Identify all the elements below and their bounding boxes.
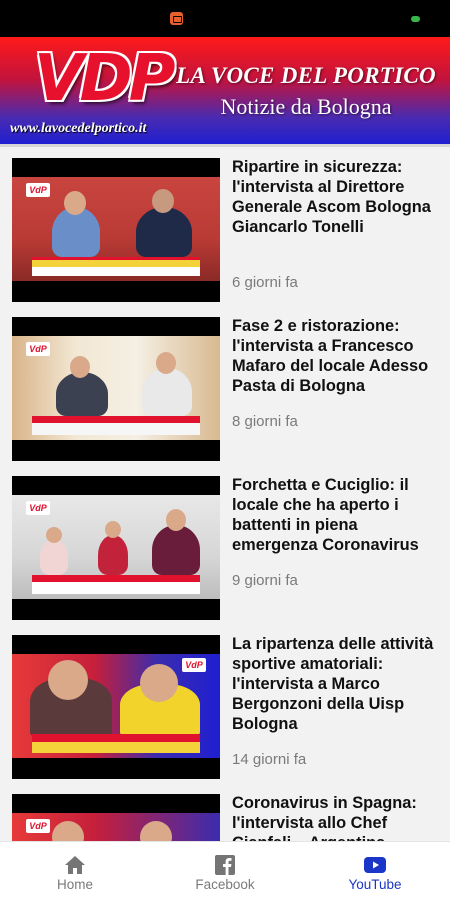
site-tagline: Notizie da Bologna <box>220 94 392 119</box>
notification-icon <box>170 12 183 25</box>
nav-home-label: Home <box>56 877 93 892</box>
home-icon <box>65 856 85 874</box>
site-name: LA VOCE DEL PORTICO <box>176 63 436 88</box>
thumbnail-frame: VdP <box>12 336 220 440</box>
vdp-badge-icon: VdP <box>26 501 50 515</box>
youtube-icon <box>364 857 386 873</box>
video-thumbnail[interactable]: VdP <box>12 476 220 620</box>
list-item[interactable]: VdP Fase 2 e ristorazione: l'intervista … <box>0 306 450 466</box>
article-title[interactable]: Ripartire in sicurezza: l'intervista al … <box>232 157 442 237</box>
article-time: 9 giorni fa <box>232 572 298 589</box>
vdp-badge-icon: VdP <box>182 658 206 672</box>
video-thumbnail[interactable]: VdP <box>12 794 220 841</box>
battery-icon <box>411 16 420 22</box>
article-time: 14 giorni fa <box>232 751 307 768</box>
article-title[interactable]: Fase 2 e ristorazione: l'intervista a Fr… <box>232 316 442 396</box>
article-time: 6 giorni fa <box>232 274 298 291</box>
list-item[interactable]: VdP La ripartenza delle attività sportiv… <box>0 624 450 784</box>
nav-youtube[interactable]: YouTube <box>300 842 450 901</box>
video-thumbnail[interactable]: VdP <box>12 317 220 461</box>
video-thumbnail[interactable]: VdP <box>12 635 220 779</box>
thumbnail-frame: VdP <box>12 813 220 841</box>
nav-youtube-label: YouTube <box>348 877 402 892</box>
thumbnail-frame: VdP <box>12 177 220 281</box>
header-banner: VDP www.lavocedelportico.it LA VOCE DEL … <box>0 37 450 144</box>
article-title[interactable]: Forchetta e Cuciglio: il locale che ha a… <box>232 475 442 555</box>
thumbnail-frame: VdP <box>12 495 220 599</box>
site-url: www.lavocedelportico.it <box>10 121 147 136</box>
vdp-badge-icon: VdP <box>26 342 50 356</box>
vdp-badge-icon: VdP <box>26 183 50 197</box>
nav-facebook[interactable]: Facebook <box>150 842 300 901</box>
thumbnail-frame: VdP <box>12 654 220 758</box>
vdp-badge-icon: VdP <box>26 819 50 833</box>
list-item[interactable]: VdP Ripartire in sicurezza: l'intervista… <box>0 147 450 307</box>
bottom-navigation: Home Facebook YouTube <box>0 841 450 901</box>
article-title[interactable]: La ripartenza delle attività sportive am… <box>232 634 442 734</box>
nav-home[interactable]: Home <box>0 842 150 901</box>
status-bar <box>0 0 450 37</box>
article-title[interactable]: Coronavirus in Spagna: l'intervista allo… <box>232 793 442 841</box>
list-item[interactable]: VdP Coronavirus in Spagna: l'intervista … <box>0 783 450 841</box>
article-time: 8 giorni fa <box>232 413 298 430</box>
nav-facebook-label: Facebook <box>195 877 255 892</box>
article-list[interactable]: VdP Ripartire in sicurezza: l'intervista… <box>0 147 450 841</box>
facebook-icon <box>215 855 235 875</box>
video-thumbnail[interactable]: VdP <box>12 158 220 302</box>
list-item[interactable]: VdP Forchetta e Cuciglio: il locale che … <box>0 465 450 625</box>
logo: VDP <box>34 42 176 116</box>
